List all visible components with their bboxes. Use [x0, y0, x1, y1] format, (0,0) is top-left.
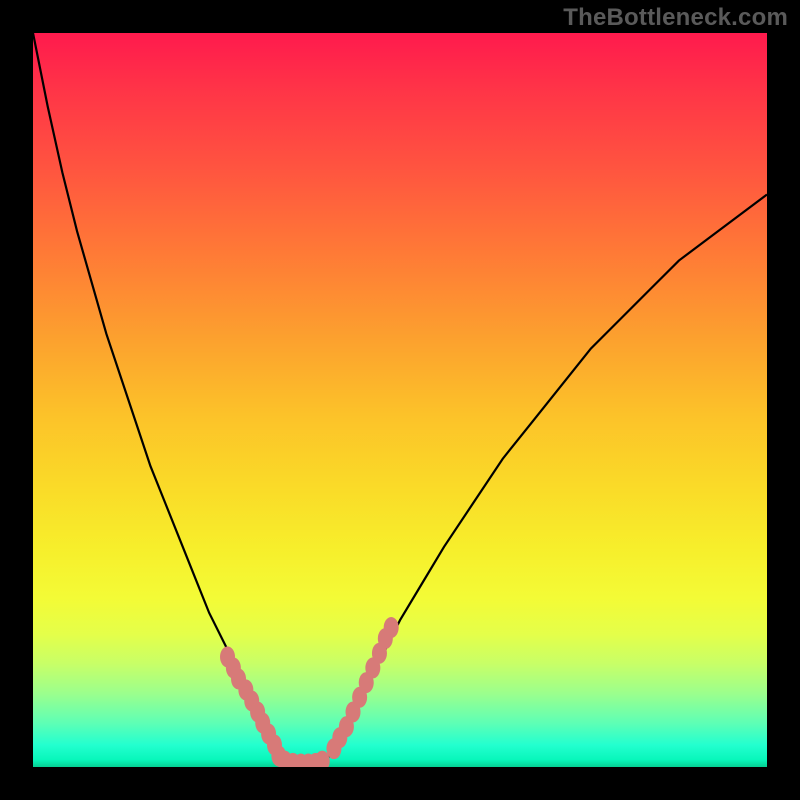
dots-right — [326, 617, 398, 759]
chart-plot-area — [33, 33, 767, 767]
data-dot — [384, 617, 399, 638]
curve-left — [33, 33, 283, 760]
curve-right — [327, 194, 767, 759]
dots-left — [220, 646, 286, 766]
chart-frame: TheBottleneck.com — [0, 0, 800, 800]
dots-floor — [277, 751, 329, 767]
watermark-text: TheBottleneck.com — [563, 4, 788, 32]
chart-svg — [33, 33, 767, 767]
